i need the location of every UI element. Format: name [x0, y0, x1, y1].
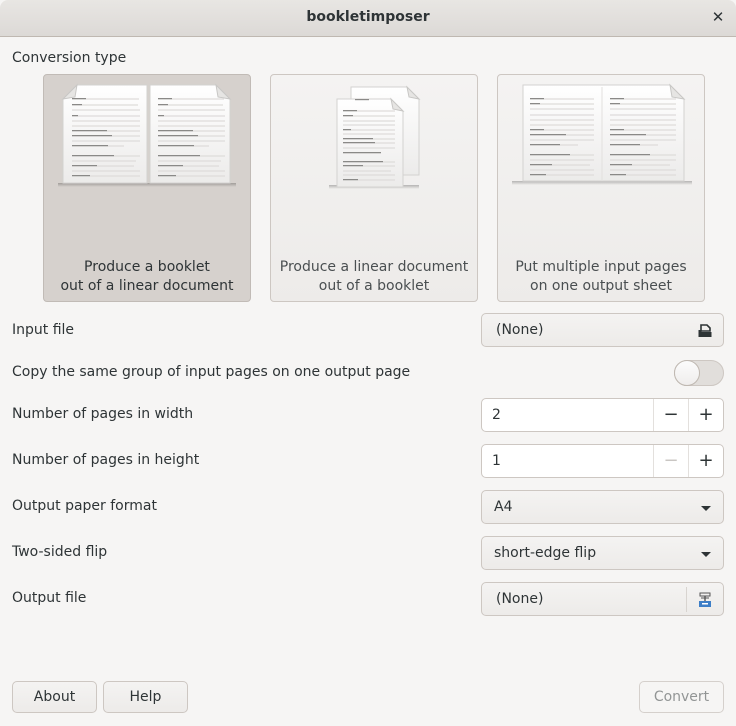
pages-height-spinner: − +: [481, 444, 724, 478]
input-file-label: Input file: [12, 322, 75, 338]
caption-line-2: out of a linear document: [60, 278, 234, 294]
input-file-chooser[interactable]: (None): [481, 313, 724, 347]
open-file-icon: [698, 324, 712, 337]
conversion-option-caption: Produce a booklet out of a linear docume…: [44, 258, 250, 296]
pages-height-label: Number of pages in height: [12, 452, 200, 468]
pages-width-input[interactable]: [482, 399, 653, 431]
output-file-value: (None): [496, 591, 544, 607]
about-button[interactable]: About: [12, 681, 97, 713]
caption-line-1: Put multiple input pages: [515, 259, 687, 275]
two-sided-flip-label: Two-sided flip: [12, 544, 108, 560]
copy-group-label: Copy the same group of input pages on on…: [12, 364, 411, 380]
input-file-value: (None): [496, 322, 544, 338]
pages-width-decrement-button[interactable]: −: [653, 399, 688, 431]
pages-height-decrement-button[interactable]: −: [653, 445, 688, 477]
help-button[interactable]: Help: [103, 681, 188, 713]
caption-line-1: Produce a booklet: [84, 259, 210, 275]
conversion-type-label: Conversion type: [12, 50, 127, 66]
paper-format-dropdown[interactable]: A4: [481, 490, 724, 524]
switch-knob: [674, 360, 700, 386]
two-sided-flip-value: short-edge flip: [494, 545, 597, 561]
save-file-icon: [699, 592, 711, 607]
pages-height-increment-button[interactable]: +: [688, 445, 723, 477]
caption-line-2: on one output sheet: [530, 278, 672, 294]
open-sheet-icon: [512, 83, 692, 185]
caption-line-2: out of a booklet: [318, 278, 430, 294]
copy-group-switch[interactable]: [674, 360, 724, 386]
chevron-down-icon: [701, 552, 711, 557]
pages-width-label: Number of pages in width: [12, 406, 194, 422]
caption-line-1: Produce a linear document: [279, 259, 469, 275]
pages-width-increment-button[interactable]: +: [688, 399, 723, 431]
two-sided-flip-dropdown[interactable]: short-edge flip: [481, 536, 724, 570]
output-file-chooser[interactable]: (None): [481, 582, 724, 616]
window-title: bookletimposer: [306, 9, 430, 25]
output-file-label: Output file: [12, 590, 87, 606]
booklet-pages-icon: [58, 83, 236, 187]
title-bar: bookletimposer ✕: [0, 0, 736, 37]
conversion-option-linear[interactable]: Produce a linear document out of a bookl…: [270, 74, 478, 302]
stacked-pages-icon: [329, 85, 421, 189]
paper-format-label: Output paper format: [12, 498, 157, 514]
pages-width-spinner: − +: [481, 398, 724, 432]
conversion-option-booklet[interactable]: Produce a booklet out of a linear docume…: [43, 74, 251, 302]
separator: [686, 587, 687, 612]
close-icon[interactable]: ✕: [710, 8, 726, 26]
paper-format-value: A4: [494, 499, 513, 515]
conversion-option-multiple[interactable]: Put multiple input pages on one output s…: [497, 74, 705, 302]
chevron-down-icon: [701, 506, 711, 511]
conversion-option-caption: Put multiple input pages on one output s…: [498, 258, 704, 296]
convert-button[interactable]: Convert: [639, 681, 724, 713]
pages-height-input[interactable]: [482, 445, 653, 477]
conversion-option-caption: Produce a linear document out of a bookl…: [271, 258, 477, 296]
